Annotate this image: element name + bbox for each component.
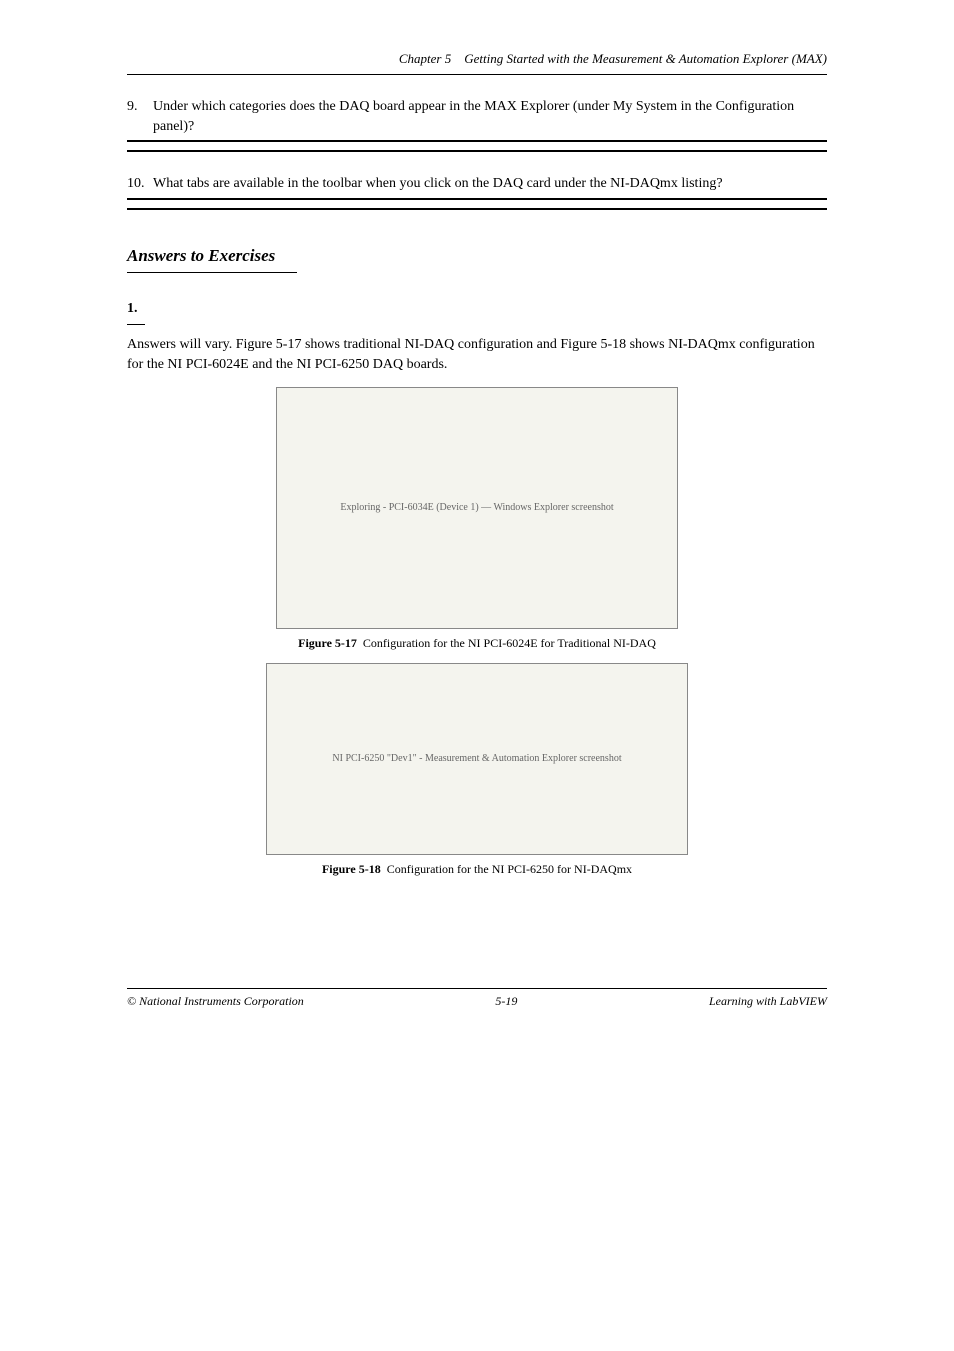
figure-caption: Figure 5-18 Configuration for the NI PCI… (127, 861, 827, 878)
footer-center: 5-19 (495, 993, 517, 1010)
heading-underline (127, 272, 297, 273)
figure-label: Figure 5-17 (298, 636, 357, 650)
answer-rule (127, 208, 827, 210)
figure-5-18: NI PCI-6250 "Dev1" - Measurement & Autom… (127, 663, 827, 878)
header-rule (127, 74, 827, 75)
header-chapter: Chapter 5 (399, 51, 451, 66)
figure-caption: Figure 5-17 Configuration for the NI PCI… (127, 635, 827, 652)
question-number: 10. (127, 174, 153, 194)
footer-right: Learning with LabVIEW (709, 993, 827, 1010)
page-footer: © National Instruments Corporation 5-19 … (127, 988, 827, 1010)
answer-text: Answers will vary. Figure 5-17 shows tra… (127, 335, 827, 374)
answer-1: 1. (127, 299, 827, 319)
question-text: Under which categories does the DAQ boar… (153, 97, 827, 136)
figure-caption-text: Configuration for the NI PCI-6024E for T… (363, 636, 656, 650)
screenshot-image: Exploring - PCI-6034E (Device 1) — Windo… (276, 387, 678, 629)
question-10: 10. What tabs are available in the toolb… (127, 174, 827, 194)
footer-rule (127, 988, 827, 989)
answer-underline (127, 324, 145, 325)
answer-rule (127, 140, 827, 142)
header-title: Getting Started with the Measurement & A… (464, 51, 827, 66)
question-9: 9. Under which categories does the DAQ b… (127, 97, 827, 136)
screenshot-image: NI PCI-6250 "Dev1" - Measurement & Autom… (266, 663, 688, 855)
question-text: What tabs are available in the toolbar w… (153, 174, 827, 194)
figure-caption-text: Configuration for the NI PCI-6250 for NI… (387, 862, 632, 876)
answer-rule (127, 150, 827, 152)
figure-5-17: Exploring - PCI-6034E (Device 1) — Windo… (127, 387, 827, 652)
footer-left: © National Instruments Corporation (127, 993, 304, 1010)
question-number: 9. (127, 97, 153, 136)
answer-number: 1. (127, 301, 138, 316)
figure-label: Figure 5-18 (322, 862, 381, 876)
page-header: Chapter 5 Getting Started with the Measu… (127, 50, 827, 68)
answer-rule (127, 198, 827, 200)
section-heading: Answers to Exercises (127, 244, 827, 268)
